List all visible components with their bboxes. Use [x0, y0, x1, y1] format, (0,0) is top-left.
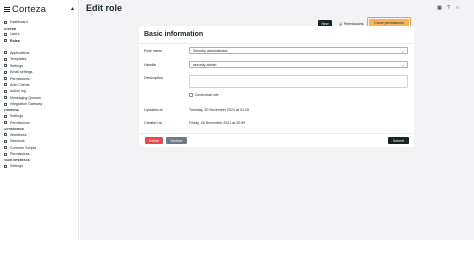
nav-icon — [4, 32, 7, 36]
nav-icon — [4, 70, 7, 74]
sidebar-item-label: Messaging Queues — [10, 95, 41, 100]
delete-button[interactable]: Delete — [145, 137, 163, 144]
divider — [139, 133, 414, 134]
nav-icon — [4, 164, 7, 168]
updated-at-label: Updated at — [144, 108, 163, 112]
archive-button[interactable]: Archive — [166, 137, 187, 144]
sidebar-item-label: Sessions — [10, 139, 25, 144]
lock-icon: 🔒 — [338, 21, 343, 26]
sidebar-item-label: Integration Gateway — [10, 102, 43, 107]
nav-icon — [4, 133, 7, 137]
description-textarea[interactable] — [189, 75, 408, 88]
handle-input[interactable]: security-admin ✓ — [189, 61, 408, 68]
nav-icon — [4, 102, 7, 106]
brand[interactable]: Corteza — [4, 3, 46, 15]
header-icons: ▦ ? ○ — [437, 5, 460, 11]
sidebar-item-label: Templates — [10, 57, 27, 62]
sidebar-item-label: Settings — [10, 114, 23, 119]
sidebar-item-label: Email settings — [10, 70, 33, 75]
sidebar-item-label: Workflows — [10, 132, 27, 137]
sidebar-item-settings[interactable]: Settings — [4, 163, 76, 169]
role-name-input[interactable]: Security administrator ✓ — [189, 47, 408, 54]
sidebar-item-label: Users — [10, 32, 20, 37]
sidebar-item-label: Dashboard — [10, 20, 28, 25]
nav-icon — [4, 64, 7, 68]
avatar-icon[interactable]: ○ — [455, 5, 460, 11]
nav-icon — [4, 96, 7, 100]
nav-icon — [4, 77, 7, 81]
sidebar-item-label: Roles — [10, 38, 20, 43]
sidebar-item-label: Permissions — [10, 76, 30, 81]
sidebar: Corteza ▲ Dashboard SYSTEM Users Roles Appli… — [0, 0, 79, 240]
checkbox-icon[interactable] — [189, 93, 193, 97]
page-title: Edit role — [86, 3, 123, 13]
valid-check-icon: ✓ — [401, 62, 405, 68]
nav-icon — [4, 39, 7, 43]
nav-icon — [4, 146, 7, 150]
created-at-value: Friday, 26 November 2021 at 20:59 — [189, 121, 246, 125]
sidebar-item-label: Permissions — [10, 120, 30, 125]
created-at-label: Created at — [144, 121, 162, 125]
menu-icon[interactable] — [4, 6, 10, 12]
brand-name: Corteza — [12, 3, 46, 15]
role-name-label: Role name — [144, 49, 163, 53]
sidebar-nav: Dashboard SYSTEM Users Roles Applications Tem… — [4, 19, 76, 169]
role-name-value: Security administrator — [193, 48, 228, 53]
updated-at-value: Tuesday, 30 November 2021 at 01:18 — [189, 108, 249, 112]
clone-permissions-button[interactable]: Clone permissions — [369, 19, 409, 26]
sidebar-item-label: Permissions — [10, 152, 30, 157]
submit-button[interactable]: Submit — [388, 137, 409, 144]
contextual-role-label: Contextual role — [194, 93, 219, 97]
nav-icon — [4, 139, 7, 143]
sidebar-item-label: Corredor Scripts — [10, 145, 37, 150]
sidebar-item-label: Settings — [10, 63, 23, 68]
nav-icon — [4, 83, 7, 87]
divider — [139, 43, 414, 44]
sidebar-item-label: Settings — [10, 164, 23, 169]
valid-check-icon: ✓ — [401, 48, 405, 54]
nav-icon — [4, 57, 7, 61]
nav-icon — [4, 114, 7, 118]
handle-label: Handle — [144, 63, 157, 67]
sidebar-item-label: Applications — [10, 50, 30, 55]
card-title: Basic information — [144, 31, 204, 38]
nav-icon — [4, 89, 7, 93]
sidebar-item-label: Action log — [10, 89, 26, 94]
nav-icon — [4, 51, 7, 55]
description-label: Description — [144, 76, 163, 80]
handle-value: security-admin — [193, 62, 217, 67]
contextual-role-checkbox[interactable]: Contextual role — [189, 93, 219, 97]
pin-icon[interactable]: ▲ — [70, 6, 75, 12]
sidebar-item-label: Auth Clients — [10, 82, 30, 87]
help-icon[interactable]: ? — [446, 5, 451, 11]
nav-icon — [4, 20, 7, 24]
footer-area — [0, 240, 474, 266]
nav-icon — [4, 121, 7, 125]
grid-icon[interactable]: ▦ — [437, 5, 442, 11]
permissions-button-label: Permissions — [343, 21, 364, 26]
nav-icon — [4, 152, 7, 156]
